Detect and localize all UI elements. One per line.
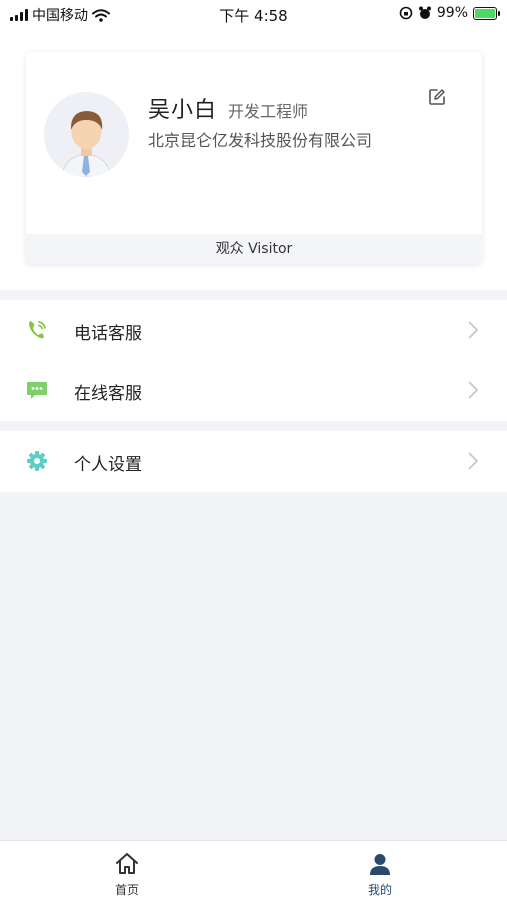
role-label: 观众 Visitor xyxy=(26,234,482,264)
user-icon xyxy=(370,854,390,875)
chevron-right-icon xyxy=(468,381,479,399)
status-bar: 中国移动 下午 4:58 99% xyxy=(0,0,507,28)
alarm-icon xyxy=(418,6,431,19)
menu-label-phone-support: 电话客服 xyxy=(74,324,142,344)
user-name: 吴小白 xyxy=(148,98,218,123)
home-icon xyxy=(116,853,138,874)
menu-item-personal-settings[interactable]: 个人设置 xyxy=(0,431,507,491)
chevron-right-icon xyxy=(468,452,479,470)
rotation-lock-icon xyxy=(399,6,413,20)
chevron-right-icon xyxy=(468,321,479,339)
tab-mine[interactable]: 我的 xyxy=(253,841,507,901)
menu-label-personal-settings: 个人设置 xyxy=(74,455,142,475)
avatar-person-icon xyxy=(44,92,129,177)
menu-label-online-support: 在线客服 xyxy=(74,384,142,404)
support-menu: 电话客服 在线客服 xyxy=(0,300,507,421)
user-company: 北京昆仑亿发科技股份有限公司 xyxy=(148,131,373,150)
avatar[interactable] xyxy=(44,92,129,177)
menu-item-online-support[interactable]: 在线客服 xyxy=(0,360,507,420)
tab-home[interactable]: 首页 xyxy=(0,841,254,901)
chat-icon xyxy=(27,382,47,399)
tab-bar: 首页 我的 xyxy=(0,840,507,901)
edit-icon[interactable] xyxy=(428,88,446,106)
menu-item-phone-support[interactable]: 电话客服 xyxy=(0,300,507,360)
profile-card: 吴小白 开发工程师 北京昆仑亿发科技股份有限公司 观众 Visitor xyxy=(26,52,482,264)
tab-home-label: 首页 xyxy=(114,883,139,897)
status-right: 99% xyxy=(399,5,500,21)
battery-percent: 99% xyxy=(436,5,468,21)
tab-mine-label: 我的 xyxy=(367,883,392,897)
battery-icon xyxy=(473,6,500,20)
settings-menu: 个人设置 xyxy=(0,431,507,492)
gear-icon xyxy=(27,451,47,471)
phone-icon xyxy=(29,321,46,339)
user-title: 开发工程师 xyxy=(228,102,309,121)
